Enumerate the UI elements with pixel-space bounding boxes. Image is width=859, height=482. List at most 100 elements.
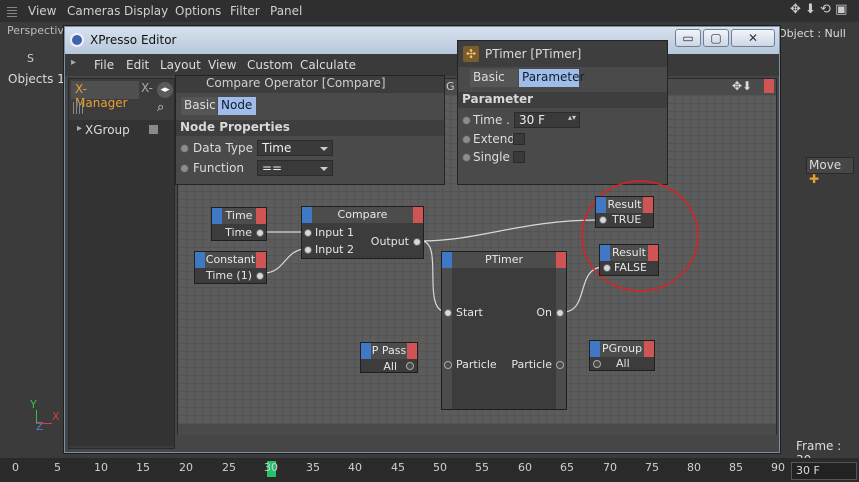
tree-expand-icon[interactable]: ▸ — [77, 123, 82, 134]
xgroup-status-icon[interactable] — [149, 125, 158, 134]
compare-tab-node[interactable]: Node — [218, 97, 256, 115]
tab-scroll-arrows-icon[interactable]: ◂▸ — [157, 82, 173, 98]
extend-checkbox[interactable] — [513, 133, 525, 145]
compare-tab-basic[interactable]: Basic — [181, 97, 217, 115]
xp-menu-edit[interactable]: Edit — [126, 58, 149, 72]
timeline-frame-field[interactable]: 30 F — [791, 462, 857, 480]
node-pgroup-all-port[interactable] — [593, 360, 601, 368]
node-ptimer-particle-in-port[interactable] — [444, 361, 452, 369]
node-ppass-all-port[interactable] — [406, 362, 414, 370]
node-time-output-tab[interactable] — [256, 208, 266, 224]
timeline-tick: 90 — [771, 461, 785, 474]
xp-menu-layout[interactable]: Layout — [160, 58, 201, 72]
node-ptimer-input-tab[interactable] — [442, 252, 452, 268]
node-compare-in2-port[interactable] — [304, 246, 312, 254]
xp-menu-file[interactable]: File — [94, 58, 114, 72]
spinner-icon[interactable]: ▴▾ — [568, 113, 576, 122]
ptimer-properties-panel: ✣ PTimer [PTimer] Basic Parameter Parame… — [457, 40, 668, 185]
xp-menu-view[interactable]: View — [208, 58, 236, 72]
menu-view[interactable]: View — [28, 4, 56, 18]
ptimer-panel-title: PTimer [PTimer] — [485, 47, 582, 61]
xpresso-titlebar[interactable]: XPresso Editor ▭ ▢ ✕ — [65, 27, 779, 54]
node-compare-input-tab[interactable] — [302, 207, 312, 223]
xp-menu-calculate[interactable]: Calculate — [300, 58, 356, 72]
timeline-tick: 60 — [518, 461, 532, 474]
node-result-true-input-tab[interactable] — [596, 197, 606, 213]
graph-scrollbar[interactable] — [178, 424, 776, 435]
node-result-true[interactable]: Result TRUE — [595, 196, 654, 228]
xmanager-tab[interactable]: X-Manager — [71, 81, 139, 110]
node-compare[interactable]: Compare Input 1 Input 2 Output — [301, 206, 424, 259]
node-time[interactable]: Time Time — [211, 207, 267, 241]
xmanager-tab-second[interactable]: X- — [141, 81, 153, 99]
ptimer-tab-basic[interactable]: Basic — [470, 69, 518, 87]
node-compare-output-tab[interactable] — [413, 207, 423, 223]
viewport-nav-icons[interactable]: ✥ ⬇ ⟲ ▣ — [790, 2, 847, 17]
node-compare-in1-port[interactable] — [304, 229, 312, 237]
menu-options[interactable]: Options — [175, 4, 221, 18]
function-anim-dot[interactable] — [180, 164, 189, 173]
timeline-tick: 15 — [136, 461, 150, 474]
node-ptimer-title: PTimer — [442, 252, 566, 268]
node-pgroup-input-tab[interactable] — [590, 341, 600, 357]
search-icon[interactable]: ⌕ — [157, 100, 164, 115]
timeline-tick: 30 — [264, 461, 278, 474]
node-ptimer-output-tab[interactable] — [556, 252, 566, 268]
node-result-false-input-tab[interactable] — [600, 245, 610, 261]
move-button[interactable]: Move ✚ — [806, 157, 854, 186]
node-pgroup[interactable]: PGroup All — [589, 340, 655, 371]
node-ppass[interactable]: P Pass All — [360, 342, 418, 373]
node-compare-out-port[interactable] — [413, 238, 421, 246]
chevron-down-icon — [320, 147, 328, 151]
node-ptimer[interactable]: PTimer Start On Particle Particle — [441, 251, 567, 410]
node-ppass-input-tab[interactable] — [361, 343, 371, 359]
node-ptimer-start-port[interactable] — [444, 309, 452, 317]
menu-cameras[interactable]: Cameras — [67, 4, 120, 18]
minimize-button[interactable]: ▭ — [675, 29, 701, 47]
node-pgroup-output-tab[interactable] — [644, 341, 654, 357]
node-result-true-in-port[interactable] — [599, 216, 607, 224]
timeline-tick: 40 — [348, 461, 362, 474]
menu-filter[interactable]: Filter — [230, 4, 260, 18]
node-constant-out-label: Time (1) — [206, 269, 252, 282]
maximize-button[interactable]: ▢ — [703, 29, 729, 47]
node-result-false-output-tab[interactable] — [648, 245, 658, 261]
node-constant-out-port[interactable] — [256, 272, 264, 280]
tree-item-xgroup[interactable]: XGroup — [85, 123, 130, 137]
data-type-anim-dot[interactable] — [180, 144, 189, 153]
ptimer-tab-parameter[interactable]: Parameter — [519, 69, 584, 87]
ptimer-node-icon: ✣ — [463, 46, 479, 62]
node-compare-in2-label: Input 2 — [315, 243, 354, 256]
node-time-out-label: Time — [225, 226, 252, 239]
menu-panel[interactable]: Panel — [270, 4, 302, 18]
node-constant-input-tab[interactable] — [195, 252, 205, 268]
timeline-tick: 65 — [560, 461, 574, 474]
menu-display[interactable]: Display — [124, 4, 168, 18]
node-ppass-output-tab[interactable] — [407, 343, 417, 359]
single-anim-dot[interactable] — [462, 153, 471, 162]
node-result-false-in-port[interactable] — [603, 264, 611, 272]
single-checkbox[interactable] — [513, 151, 525, 163]
node-ptimer-particle-in-label: Particle — [456, 358, 497, 371]
time-anim-dot[interactable] — [462, 116, 471, 125]
extend-anim-dot[interactable] — [462, 135, 471, 144]
node-time-input-tab[interactable] — [212, 208, 222, 224]
node-result-true-output-tab[interactable] — [643, 197, 653, 213]
node-constant[interactable]: Constant Time (1) — [194, 251, 267, 284]
close-button[interactable]: ✕ — [731, 29, 775, 47]
menubar-arrow-icon[interactable]: ▸ — [71, 57, 76, 68]
ptimer-time-label: Time . . — [473, 113, 518, 127]
node-ptimer-on-port[interactable] — [556, 309, 564, 317]
node-ptimer-particle-out-port[interactable] — [556, 361, 564, 369]
data-type-dropdown[interactable]: Time — [257, 140, 333, 156]
xp-menu-custom[interactable]: Custom — [247, 58, 293, 72]
function-dropdown[interactable]: == — [257, 160, 333, 176]
node-constant-output-tab[interactable] — [256, 252, 266, 268]
node-result-false[interactable]: Result FALSE — [599, 244, 659, 276]
node-time-out-port[interactable] — [256, 229, 264, 237]
timeline-tick: 50 — [433, 461, 447, 474]
ptimer-time-field[interactable]: 30 F ▴▾ — [514, 112, 580, 128]
function-label: Function — [193, 161, 245, 175]
axis-x-label: X — [52, 410, 60, 423]
graph-nav-icons[interactable]: ✥⬇ — [732, 79, 752, 93]
